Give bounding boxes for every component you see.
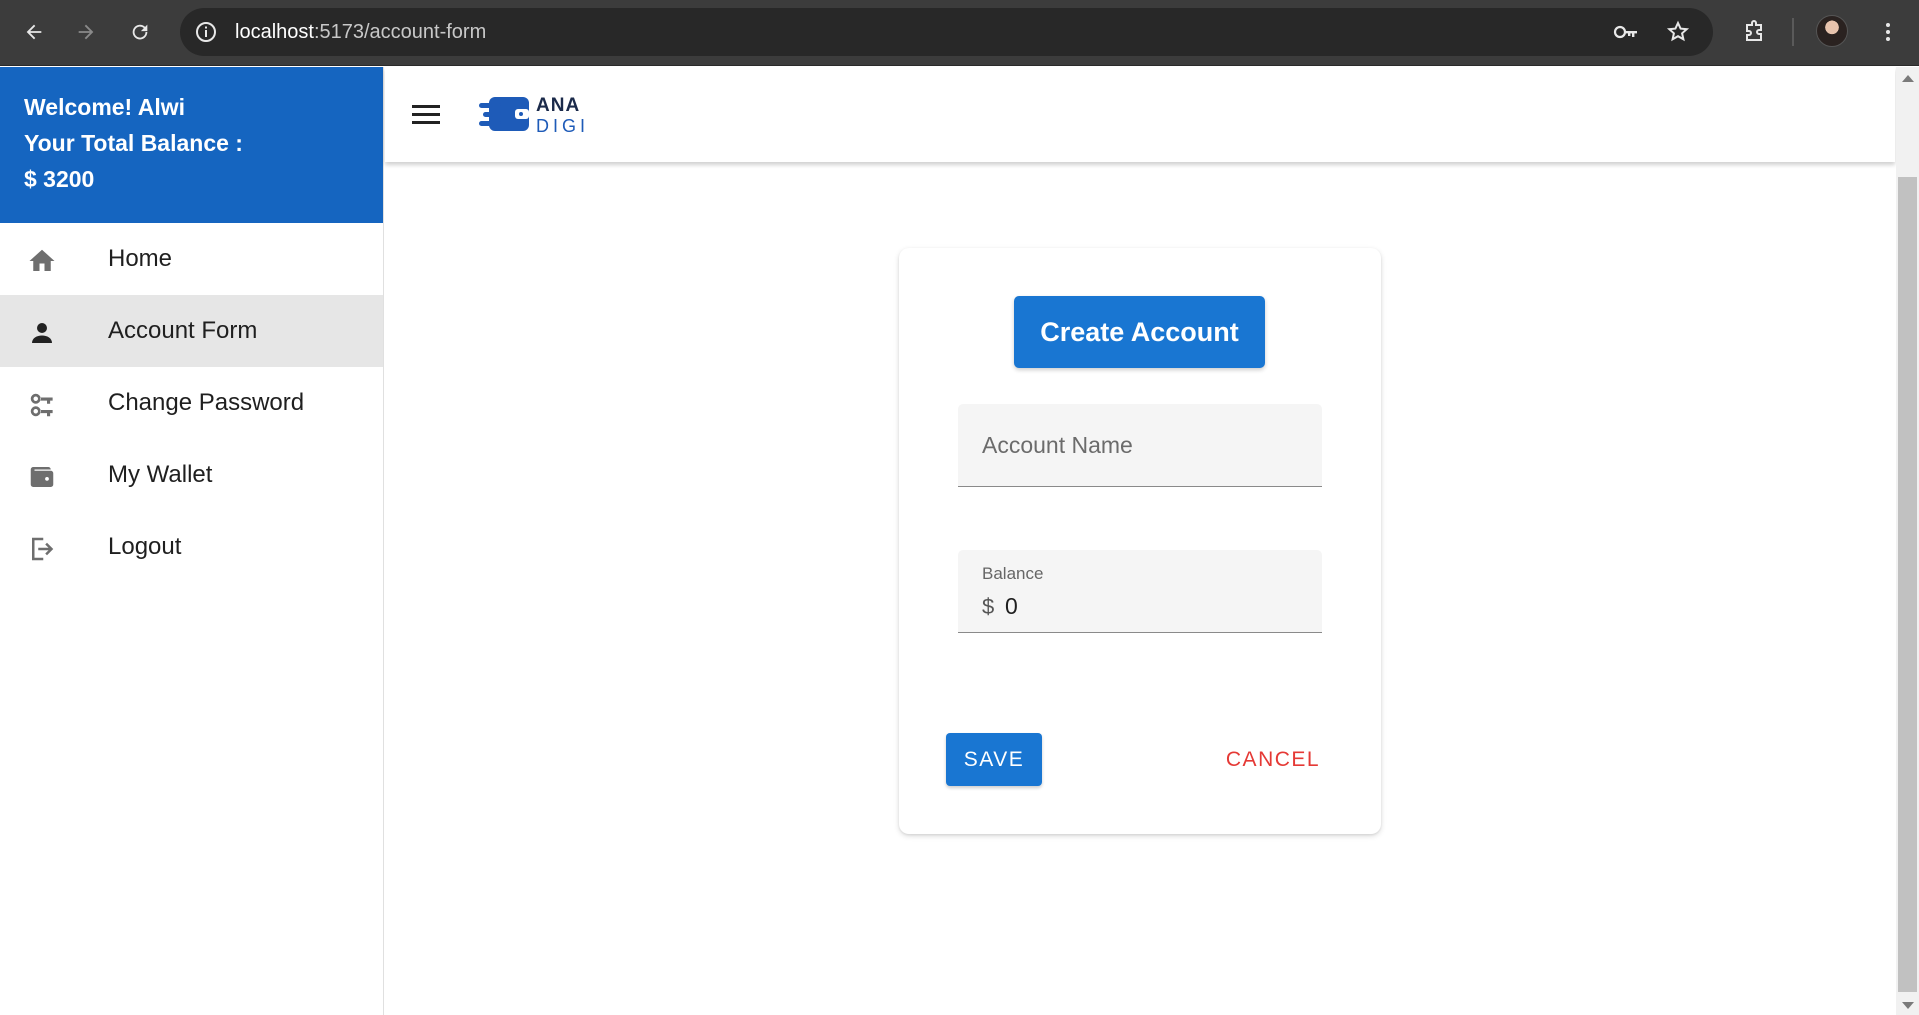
logo-text-bottom: DIGI bbox=[536, 116, 590, 136]
menu-icon[interactable] bbox=[409, 97, 443, 131]
sidebar-item-my-wallet[interactable]: My Wallet bbox=[0, 439, 383, 511]
currency-adornment: $ bbox=[982, 594, 995, 619]
toolbar-separator bbox=[1792, 18, 1794, 46]
home-icon bbox=[26, 245, 58, 277]
arrow-right-icon bbox=[78, 24, 94, 40]
bookmark-star-icon[interactable] bbox=[1665, 20, 1691, 44]
sidebar-item-logout[interactable]: Logout bbox=[0, 511, 383, 583]
balance-label: Balance bbox=[982, 564, 1044, 583]
app-bar: ANA DIGI bbox=[385, 67, 1895, 162]
sidebar-item-change-password[interactable]: Change Password bbox=[0, 367, 383, 439]
balance-field[interactable]: Balance $ 0 bbox=[958, 550, 1322, 633]
reload-button[interactable] bbox=[122, 14, 158, 50]
create-account-button[interactable]: Create Account bbox=[1014, 296, 1265, 368]
sidebar-item-label: Change Password bbox=[108, 389, 305, 416]
cancel-button[interactable]: CANCEL bbox=[1217, 733, 1329, 786]
account-name-field[interactable]: Account Name bbox=[958, 404, 1322, 487]
logo-text-top: ANA bbox=[536, 95, 581, 116]
total-balance-value: $ 3200 bbox=[24, 166, 95, 192]
sidebar-item-account-form[interactable]: Account Form bbox=[0, 295, 383, 367]
reload-icon bbox=[132, 24, 148, 40]
browser-toolbar: localhost:5173/account-form bbox=[0, 0, 1919, 66]
total-balance-label: Your Total Balance : bbox=[24, 130, 243, 156]
sidebar-item-label: Home bbox=[108, 245, 173, 272]
scroll-up-icon[interactable] bbox=[1902, 75, 1914, 82]
account-name-placeholder: Account Name bbox=[982, 432, 1133, 458]
account-form-card: Create Account Account Name Balance $ 0 … bbox=[899, 248, 1381, 834]
save-button[interactable]: SAVE bbox=[946, 733, 1042, 786]
key-icon bbox=[26, 389, 58, 421]
sidebar-item-label: My Wallet bbox=[108, 461, 213, 488]
app-logo[interactable]: ANA DIGI bbox=[479, 91, 589, 139]
sidebar-item-label: Account Form bbox=[108, 317, 258, 344]
password-key-icon[interactable] bbox=[1613, 20, 1639, 44]
sidebar-item-label: Logout bbox=[108, 533, 182, 560]
profile-avatar[interactable] bbox=[1816, 15, 1848, 47]
browser-menu-button[interactable] bbox=[1870, 14, 1906, 50]
page-scrollbar[interactable] bbox=[1896, 67, 1919, 1015]
balance-input[interactable]: 0 bbox=[1005, 593, 1018, 620]
wallet-logo-icon bbox=[479, 97, 529, 131]
extensions-button[interactable] bbox=[1736, 14, 1772, 50]
logout-icon bbox=[26, 533, 58, 565]
forward-button[interactable] bbox=[68, 14, 104, 50]
arrow-left-icon bbox=[26, 24, 42, 40]
url-text[interactable]: localhost:5173/account-form bbox=[235, 21, 486, 44]
welcome-text: Welcome! Alwi bbox=[24, 94, 186, 120]
back-button[interactable] bbox=[16, 14, 52, 50]
scrollbar-thumb[interactable] bbox=[1898, 177, 1917, 992]
sidebar-header: Welcome! Alwi Your Total Balance : $ 320… bbox=[0, 67, 383, 223]
puzzle-icon bbox=[1746, 20, 1762, 41]
more-vert-icon bbox=[1886, 23, 1890, 41]
info-icon[interactable] bbox=[194, 20, 218, 44]
wallet-icon bbox=[26, 461, 58, 493]
sidebar: Welcome! Alwi Your Total Balance : $ 320… bbox=[0, 67, 384, 1015]
address-bar[interactable]: localhost:5173/account-form bbox=[180, 8, 1713, 56]
sidebar-item-home[interactable]: Home bbox=[0, 223, 383, 295]
person-icon bbox=[26, 317, 58, 349]
scroll-down-icon[interactable] bbox=[1902, 1002, 1914, 1009]
